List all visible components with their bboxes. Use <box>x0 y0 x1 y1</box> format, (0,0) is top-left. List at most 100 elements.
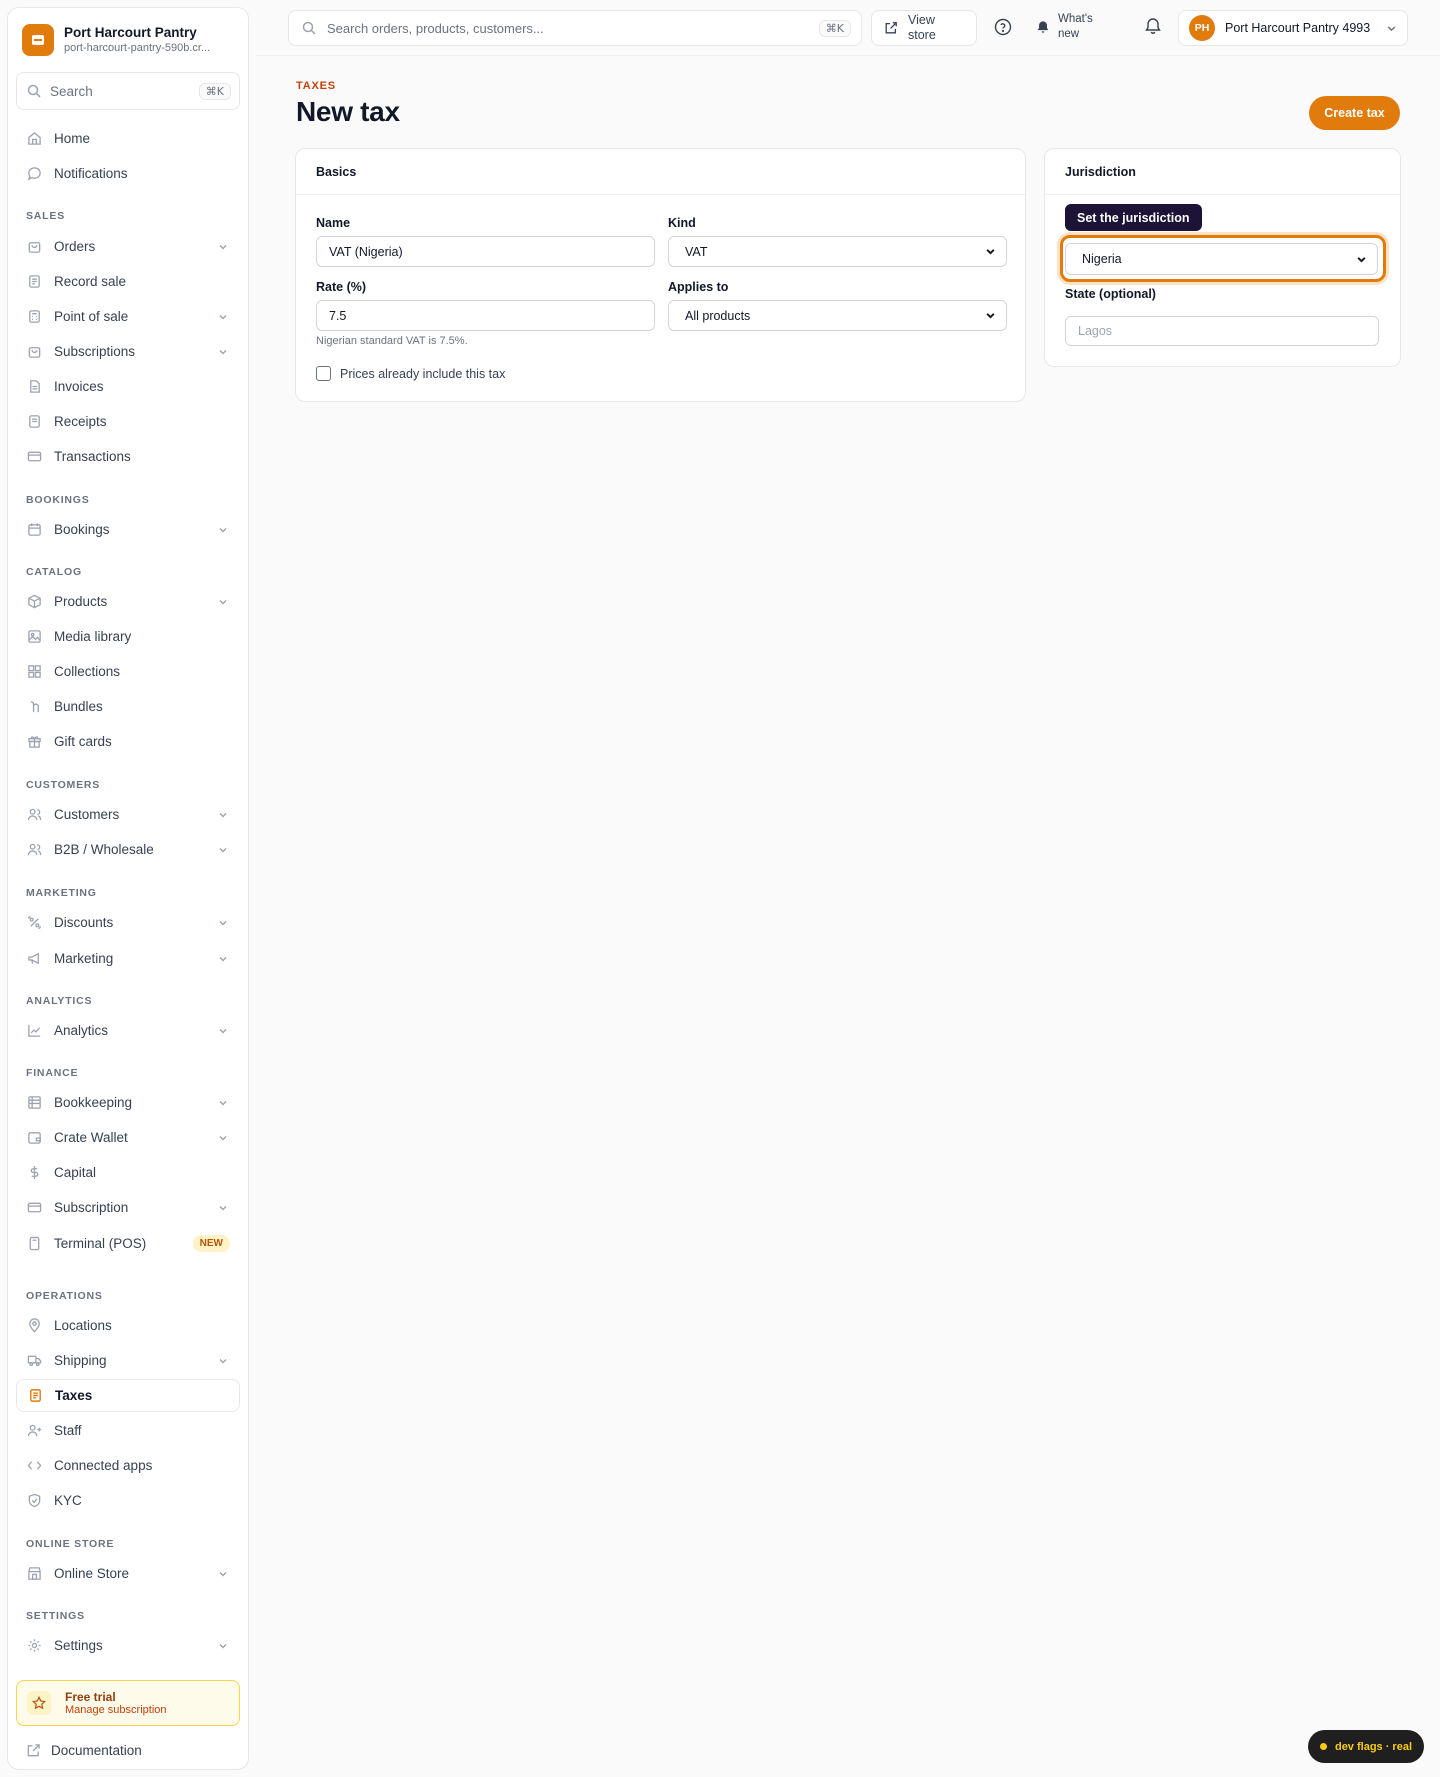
jurisdiction-tooltip: Set the jurisdiction <box>1065 204 1202 231</box>
rate-label: Rate (%) <box>316 280 367 294</box>
help-button[interactable] <box>994 18 1014 38</box>
dev-flags-pill[interactable]: dev flags · real <box>1308 1730 1424 1763</box>
chevron-down-icon <box>218 1025 230 1037</box>
state-input[interactable]: Lagos <box>1065 316 1379 346</box>
name-label: Name <box>316 216 351 230</box>
section-sales: SALES <box>26 210 66 222</box>
sidebar-search[interactable]: Search ⌘K <box>16 72 240 110</box>
store-name: Port Harcourt Pantry <box>64 25 197 40</box>
sidebar-item-shipping[interactable]: Shipping <box>16 1344 240 1377</box>
tax-inclusive-label: Prices already include this tax <box>340 366 506 381</box>
global-search-input[interactable]: Search orders, products, customers... ⌘K <box>288 10 862 46</box>
sidebar-item-terminal-pos[interactable]: Terminal (POS) NEW <box>16 1227 240 1260</box>
users-icon <box>26 842 42 858</box>
sidebar-item-receipts[interactable]: Receipts <box>16 405 240 438</box>
sidebar-item-bundles[interactable]: Bundles <box>16 690 240 723</box>
gift-icon <box>26 734 42 750</box>
whats-new-button[interactable]: What's new <box>1036 12 1102 42</box>
calendar-icon <box>26 522 42 538</box>
sidebar-item-online-store[interactable]: Online Store <box>16 1557 240 1590</box>
bell-icon <box>1144 17 1164 35</box>
sidebar-item-discounts[interactable]: Discounts <box>16 906 240 939</box>
sidebar-item-analytics[interactable]: Analytics <box>16 1014 240 1047</box>
tax-inclusive-checkbox[interactable] <box>316 366 331 381</box>
store-switcher[interactable]: Port Harcourt Pantry port-harcourt-pantr… <box>22 24 229 56</box>
free-trial-card[interactable]: Free trial Manage subscription <box>16 1680 240 1726</box>
create-tax-button[interactable]: Create tax <box>1309 96 1400 130</box>
dollar-icon <box>26 1165 42 1181</box>
chevron-down-icon <box>218 524 230 536</box>
chevron-down-icon <box>218 1568 230 1580</box>
state-label: State (optional) <box>1065 287 1156 301</box>
name-input[interactable]: VAT (Nigeria) <box>316 236 655 267</box>
page-title: New tax <box>296 96 400 127</box>
sidebar-item-media-library[interactable]: Media library <box>16 620 240 653</box>
documentation-link[interactable]: Documentation <box>26 1743 142 1758</box>
sidebar-item-capital[interactable]: Capital <box>16 1156 240 1189</box>
chat-bubble-icon <box>26 166 42 182</box>
rate-input[interactable]: 7.5 <box>316 300 655 331</box>
receipt-icon <box>26 274 42 290</box>
sidebar-item-transactions[interactable]: Transactions <box>16 440 240 473</box>
section-operations: OPERATIONS <box>26 1290 103 1302</box>
jurisdiction-heading: Jurisdiction <box>1045 149 1400 195</box>
star-icon <box>27 1691 51 1715</box>
sidebar-item-collections[interactable]: Collections <box>16 655 240 688</box>
shield-check-icon <box>26 1493 42 1509</box>
sidebar-item-invoices[interactable]: Invoices <box>16 370 240 403</box>
sidebar-item-notifications[interactable]: Notifications <box>16 157 240 190</box>
document-icon <box>26 379 42 395</box>
notifications-button[interactable] <box>1144 17 1164 37</box>
basics-card: Basics Name VAT (Nigeria) Kind VAT Rate … <box>295 148 1026 402</box>
section-settings: SETTINGS <box>26 1610 85 1622</box>
calculator-icon <box>26 309 42 325</box>
account-menu[interactable]: PH Port Harcourt Pantry 4993 <box>1178 10 1408 46</box>
sidebar-item-crate-wallet[interactable]: Crate Wallet <box>16 1121 240 1154</box>
sidebar-item-gift-cards[interactable]: Gift cards <box>16 725 240 758</box>
breadcrumb: TAXES <box>296 80 336 92</box>
search-icon <box>27 84 41 98</box>
sidebar-item-taxes[interactable]: Taxes <box>16 1379 240 1412</box>
section-bookings: BOOKINGS <box>26 494 90 506</box>
sidebar-item-subscriptions[interactable]: Subscriptions <box>16 335 240 368</box>
sidebar-item-record-sale[interactable]: Record sale <box>16 265 240 298</box>
tax-inclusive-row[interactable]: Prices already include this tax <box>316 366 505 381</box>
discount-icon <box>26 915 42 931</box>
manage-subscription-link[interactable]: Manage subscription <box>65 1704 167 1717</box>
chevron-down-icon <box>1386 23 1397 34</box>
sidebar-item-point-of-sale[interactable]: Point of sale <box>16 300 240 333</box>
store-logo-icon <box>22 24 54 56</box>
new-badge: NEW <box>192 1235 230 1252</box>
chevron-down-icon <box>218 844 230 856</box>
sidebar-item-orders[interactable]: Orders <box>16 230 240 263</box>
search-icon <box>302 21 316 35</box>
chevron-down-icon <box>218 953 230 965</box>
grid-icon <box>26 664 42 680</box>
search-shortcut: ⌘K <box>818 19 851 37</box>
view-store-button[interactable]: View store <box>871 10 977 46</box>
sidebar-item-marketing[interactable]: Marketing <box>16 942 240 975</box>
sidebar-item-kyc[interactable]: KYC <box>16 1484 240 1517</box>
sidebar-item-products[interactable]: Products <box>16 585 240 618</box>
chevron-down-icon <box>218 596 230 608</box>
sidebar-item-locations[interactable]: Locations <box>16 1309 240 1342</box>
sidebar-item-customers[interactable]: Customers <box>16 798 240 831</box>
sidebar-item-connected-apps[interactable]: Connected apps <box>16 1449 240 1482</box>
chevron-down-icon <box>218 809 230 821</box>
global-search-placeholder: Search orders, products, customers... <box>327 20 544 36</box>
line-chart-icon <box>26 1023 42 1039</box>
sidebar-item-b2b-wholesale[interactable]: B2B / Wholesale <box>16 833 240 866</box>
applies-to-select[interactable]: All products <box>668 300 1007 331</box>
topbar: Search orders, products, customers... ⌘K… <box>256 0 1440 56</box>
sidebar-item-home[interactable]: Home <box>16 122 240 155</box>
sidebar-item-subscription[interactable]: Subscription <box>16 1191 240 1224</box>
trial-title: Free trial <box>65 1689 116 1704</box>
sidebar-item-bookkeeping[interactable]: Bookkeeping <box>16 1086 240 1119</box>
rate-hint: Nigerian standard VAT is 7.5%. <box>316 335 468 347</box>
sidebar-item-bookings[interactable]: Bookings <box>16 513 240 546</box>
kind-select[interactable]: VAT <box>668 236 1007 267</box>
sidebar-item-settings[interactable]: Settings <box>16 1629 240 1662</box>
sidebar-item-staff[interactable]: Staff <box>16 1414 240 1447</box>
sidebar: Port Harcourt Pantry port-harcourt-pantr… <box>7 7 249 1770</box>
repeat-bag-icon <box>26 344 42 360</box>
